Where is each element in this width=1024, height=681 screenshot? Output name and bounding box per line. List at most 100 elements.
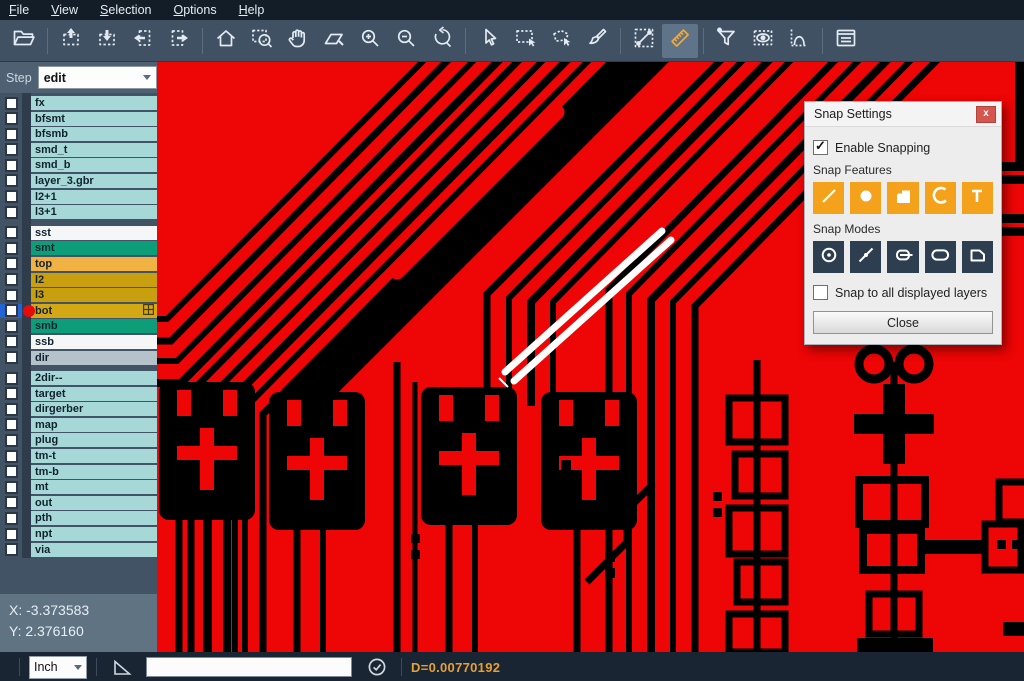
layer-name[interactable]: bot: [31, 304, 157, 318]
layer-name[interactable]: out: [31, 496, 157, 510]
measure-distance-button[interactable]: [626, 24, 662, 58]
layer-visibility-checkbox[interactable]: [0, 96, 22, 110]
measure-arc-button[interactable]: [781, 24, 817, 58]
layer-visibility-checkbox[interactable]: [0, 480, 22, 494]
layer-visibility-checkbox[interactable]: [0, 543, 22, 557]
vertex-snap-button[interactable]: [962, 241, 993, 273]
zoom-out-button[interactable]: [388, 24, 424, 58]
zoom-home-button[interactable]: [208, 24, 244, 58]
layer-row-smb[interactable]: smb: [0, 319, 157, 333]
layer-row-2dir--[interactable]: 2dir--: [0, 371, 157, 385]
layer-name[interactable]: bfsmt: [31, 112, 157, 126]
layer-row-dirgerber[interactable]: dirgerber: [0, 402, 157, 416]
layer-visibility-checkbox[interactable]: [0, 257, 22, 271]
layer-visibility-checkbox[interactable]: [0, 319, 22, 333]
layer-row-fx[interactable]: fx: [0, 96, 157, 110]
layer-name[interactable]: layer_3.gbr: [31, 174, 157, 188]
layer-visibility-checkbox[interactable]: [0, 418, 22, 432]
layer-row-out[interactable]: out: [0, 496, 157, 510]
center-snap-button[interactable]: [813, 241, 844, 273]
layer-name[interactable]: tm-t: [31, 449, 157, 463]
report-button[interactable]: [828, 24, 864, 58]
layer-name[interactable]: smd_t: [31, 143, 157, 157]
layer-name[interactable]: top: [31, 257, 157, 271]
text-snap-button[interactable]: [962, 182, 993, 214]
menu-item-help[interactable]: Help: [239, 3, 265, 17]
select-polygon-button[interactable]: [543, 24, 579, 58]
layer-name[interactable]: npt: [31, 527, 157, 541]
layer-row-plug[interactable]: plug: [0, 433, 157, 447]
layer-visibility-checkbox[interactable]: [0, 371, 22, 385]
nearest-point-snap-button[interactable]: [850, 241, 881, 273]
layer-visibility-checkbox[interactable]: [0, 402, 22, 416]
surface-snap-button[interactable]: [887, 182, 918, 214]
layer-row-l2+1[interactable]: l2+1: [0, 190, 157, 204]
layer-visibility-checkbox[interactable]: [0, 174, 22, 188]
layer-visibility-checkbox[interactable]: [0, 205, 22, 219]
slot-center-snap-button[interactable]: [887, 241, 918, 273]
layer-visibility-checkbox[interactable]: [0, 496, 22, 510]
layer-row-bot[interactable]: bot: [0, 304, 157, 318]
menu-item-options[interactable]: Options: [173, 3, 216, 17]
layer-row-smd_b[interactable]: smd_b: [0, 158, 157, 172]
layer-name[interactable]: map: [31, 418, 157, 432]
layer-visibility-checkbox[interactable]: [0, 304, 22, 318]
layer-visibility-checkbox[interactable]: [0, 112, 22, 126]
menu-item-view[interactable]: View: [51, 3, 78, 17]
layer-name[interactable]: bfsmb: [31, 127, 157, 141]
layer-visibility-checkbox[interactable]: [0, 527, 22, 541]
layer-row-l3[interactable]: l3: [0, 288, 157, 302]
layer-visibility-checkbox[interactable]: [0, 351, 22, 365]
layer-visibility-checkbox[interactable]: [0, 143, 22, 157]
enable-snapping-checkbox[interactable]: [813, 140, 828, 155]
import-left-button[interactable]: [125, 24, 161, 58]
arc-snap-button[interactable]: [925, 182, 956, 214]
zoom-in-button[interactable]: [352, 24, 388, 58]
menu-item-file[interactable]: File: [9, 3, 29, 17]
layer-row-ssb[interactable]: ssb: [0, 335, 157, 349]
menu-item-selection[interactable]: Selection: [100, 3, 151, 17]
pad-snap-button[interactable]: [850, 182, 881, 214]
layer-name[interactable]: pth: [31, 511, 157, 525]
command-input[interactable]: [146, 657, 352, 677]
layer-row-bfsmb[interactable]: bfsmb: [0, 127, 157, 141]
layer-name[interactable]: l2+1: [31, 190, 157, 204]
layer-name[interactable]: via: [31, 543, 157, 557]
layer-visibility-checkbox[interactable]: [0, 288, 22, 302]
layer-row-target[interactable]: target: [0, 387, 157, 401]
snap-status-icon[interactable]: [366, 656, 388, 678]
layer-row-l2[interactable]: l2: [0, 273, 157, 287]
layer-visibility-checkbox[interactable]: [0, 158, 22, 172]
layer-name[interactable]: ssb: [31, 335, 157, 349]
layer-visibility-checkbox[interactable]: [0, 511, 22, 525]
layer-row-npt[interactable]: npt: [0, 527, 157, 541]
import-bottom-button[interactable]: [89, 24, 125, 58]
layer-row-layer_3.gbr[interactable]: layer_3.gbr: [0, 174, 157, 188]
layer-row-bfsmt[interactable]: bfsmt: [0, 112, 157, 126]
layer-visibility-checkbox[interactable]: [0, 273, 22, 287]
layer-visibility-checkbox[interactable]: [0, 241, 22, 255]
open-folder-button[interactable]: [6, 24, 42, 58]
layer-name[interactable]: fx: [31, 96, 157, 110]
select-arrow-button[interactable]: [471, 24, 507, 58]
layer-name[interactable]: mt: [31, 480, 157, 494]
import-top-button[interactable]: [53, 24, 89, 58]
layer-name[interactable]: target: [31, 387, 157, 401]
layer-visibility-checkbox[interactable]: [0, 335, 22, 349]
layer-visibility-checkbox[interactable]: [0, 226, 22, 240]
layer-row-tm-t[interactable]: tm-t: [0, 449, 157, 463]
layer-name[interactable]: smd_b: [31, 158, 157, 172]
select-rect-button[interactable]: [507, 24, 543, 58]
layer-name[interactable]: l3: [31, 288, 157, 302]
import-right-button[interactable]: [161, 24, 197, 58]
layer-name[interactable]: l3+1: [31, 205, 157, 219]
layer-name[interactable]: sst: [31, 226, 157, 240]
layer-name[interactable]: tm-b: [31, 465, 157, 479]
layer-row-sst[interactable]: sst: [0, 226, 157, 240]
layer-row-pth[interactable]: pth: [0, 511, 157, 525]
layer-row-dir[interactable]: dir: [0, 351, 157, 365]
enable-snapping-row[interactable]: Enable Snapping: [813, 140, 993, 155]
layer-name[interactable]: plug: [31, 433, 157, 447]
all-layers-row[interactable]: Snap to all displayed layers: [813, 285, 993, 300]
layer-name[interactable]: l2: [31, 273, 157, 287]
